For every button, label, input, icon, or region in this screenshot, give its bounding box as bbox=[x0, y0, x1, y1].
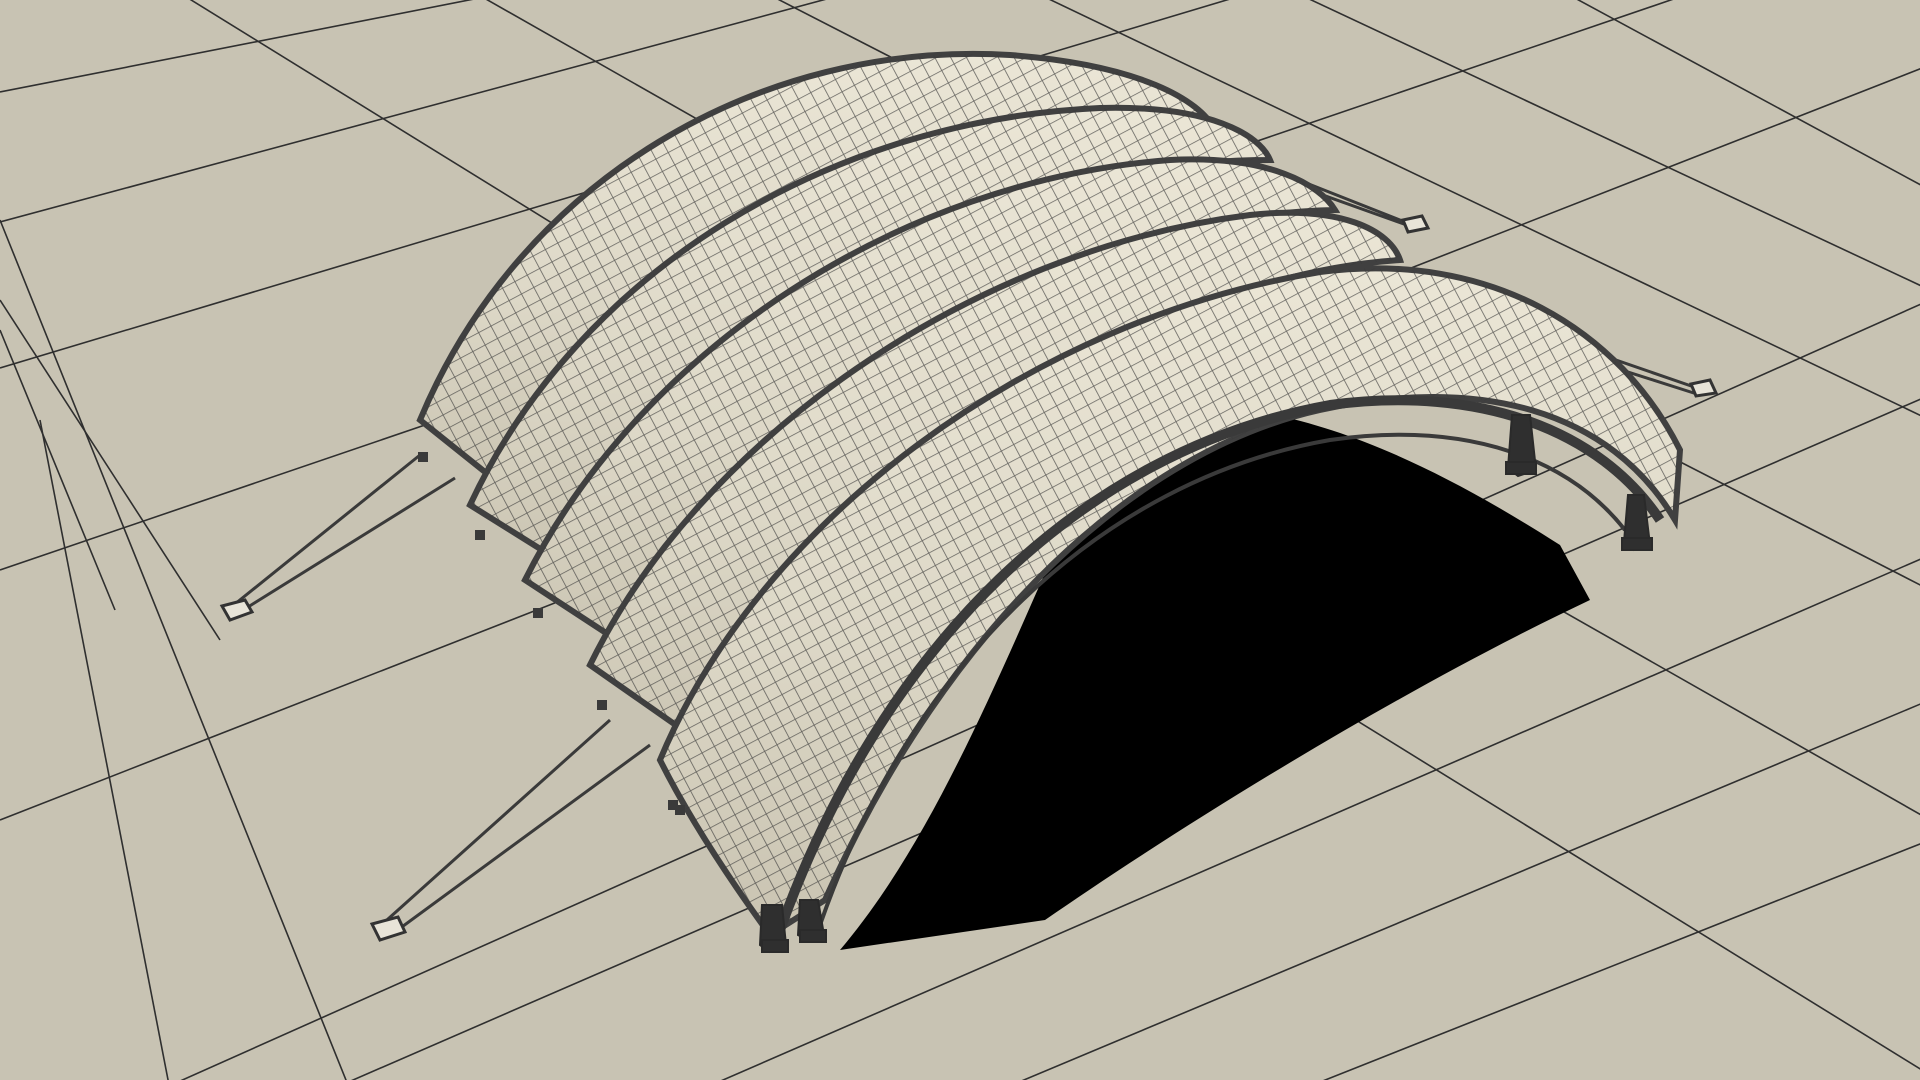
guy-cable bbox=[224, 453, 456, 614]
support-foot-icon bbox=[1505, 461, 1537, 475]
guy-cable bbox=[376, 718, 651, 934]
base-foot-icon bbox=[418, 452, 428, 462]
cable-anchor-icon bbox=[219, 598, 255, 622]
3d-viewport[interactable] bbox=[0, 0, 1920, 1080]
support-foot-icon bbox=[1621, 537, 1653, 551]
ground-grid-line bbox=[1576, 0, 1920, 186]
base-foot-icon bbox=[533, 608, 543, 618]
ground-grid-line bbox=[0, 0, 474, 93]
base-foot-icon bbox=[675, 805, 685, 815]
support-foot-icon bbox=[799, 929, 827, 943]
base-foot-icon bbox=[475, 530, 485, 540]
ground-grid-line bbox=[1323, 843, 1920, 1080]
viewport-scene[interactable] bbox=[0, 0, 1920, 1080]
ground-grid-line bbox=[0, 329, 116, 611]
support-foot-icon bbox=[761, 939, 789, 953]
ground-grid-line bbox=[0, 219, 347, 1080]
cable-anchor-icon bbox=[369, 915, 408, 942]
cable-anchor-icon bbox=[1400, 214, 1431, 234]
cable-anchor-icon bbox=[1688, 378, 1719, 398]
ground-grid-line bbox=[0, 299, 221, 641]
base-foot-icon bbox=[597, 700, 607, 710]
